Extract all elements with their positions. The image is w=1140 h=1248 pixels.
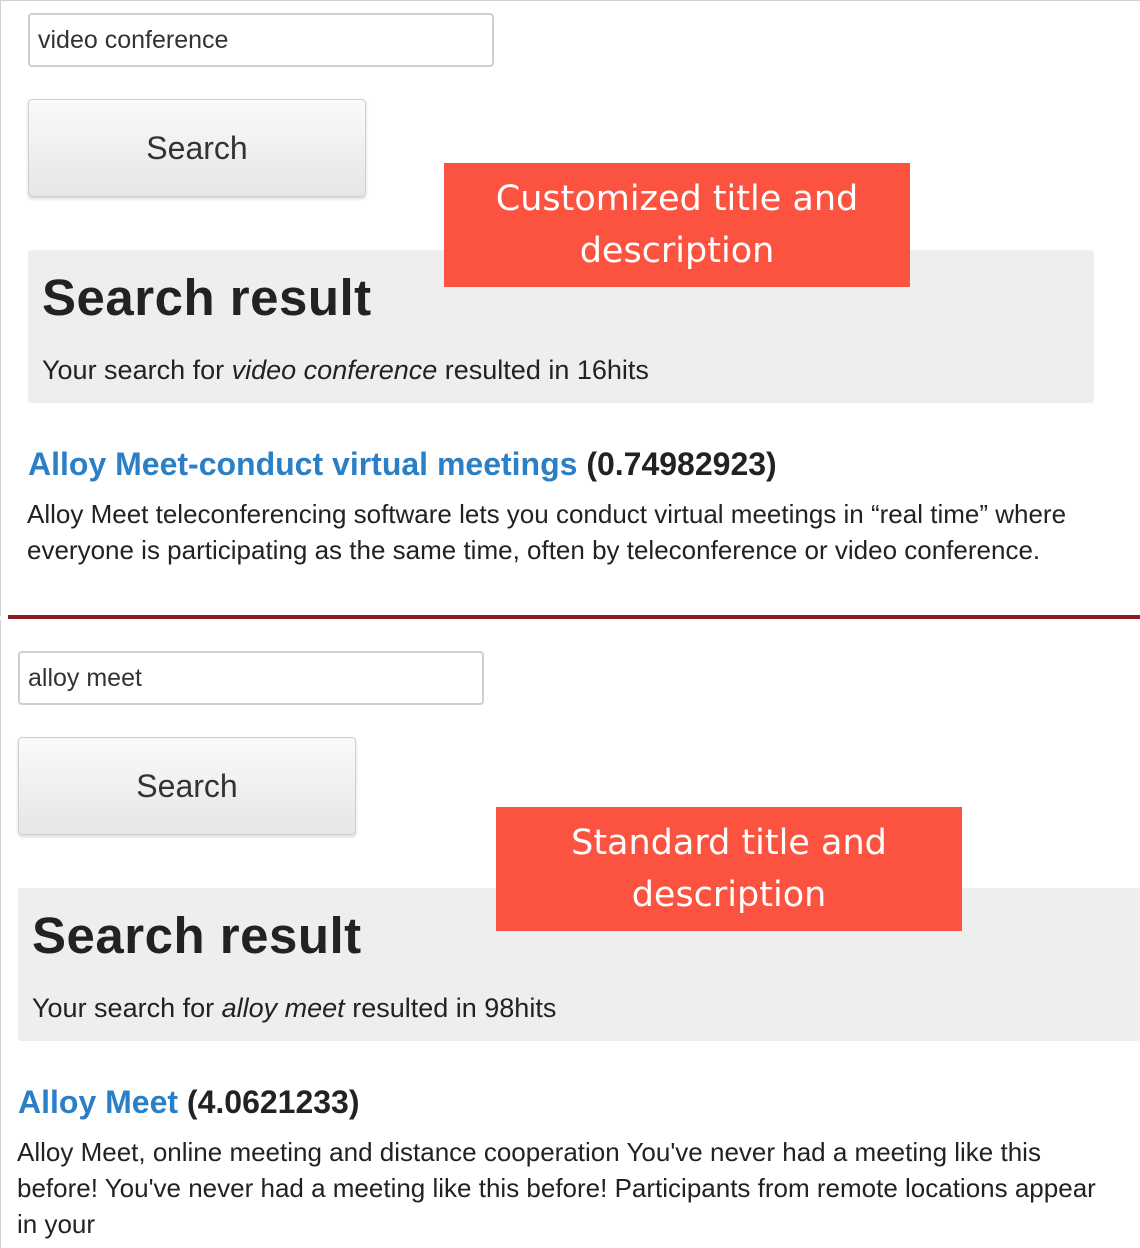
summary-suffix: resulted in 16hits — [444, 355, 649, 385]
callout-line: description — [579, 231, 775, 271]
callout-line: description — [631, 875, 827, 915]
callout-line: Standard title and — [571, 823, 887, 863]
hit-score: (0.74982923) — [586, 446, 777, 482]
hit-title-line: Alloy Meet-conduct virtual meetings (0.7… — [28, 446, 777, 483]
hit-title-link[interactable]: Alloy Meet — [18, 1084, 178, 1120]
search-input[interactable] — [18, 651, 484, 705]
callout-customized: Customized title and description — [444, 163, 910, 287]
search-button[interactable]: Search — [28, 99, 366, 197]
search-button[interactable]: Search — [18, 737, 356, 835]
summary-suffix: resulted in 98hits — [352, 993, 557, 1023]
callout-standard: Standard title and description — [496, 807, 962, 931]
summary-query: video conference — [231, 355, 438, 385]
search-result-heading: Search result — [42, 269, 372, 326]
panel-divider — [8, 615, 1140, 619]
summary-prefix: Your search for — [32, 993, 215, 1023]
hit-title-link[interactable]: Alloy Meet-conduct virtual meetings — [28, 446, 577, 482]
hit-title-line: Alloy Meet (4.0621233) — [18, 1084, 360, 1121]
hit-description: Alloy Meet teleconferencing software let… — [27, 499, 1067, 565]
search-input[interactable] — [28, 13, 494, 67]
summary-query: alloy meet — [221, 993, 345, 1023]
summary-prefix: Your search for — [42, 355, 225, 385]
search-result-heading: Search result — [32, 907, 362, 964]
search-summary: Your search for video conference resulte… — [42, 355, 649, 386]
hit-score: (4.0621233) — [186, 1084, 360, 1120]
search-summary: Your search for alloy meet resulted in 9… — [32, 993, 556, 1024]
hit-description: Alloy Meet, online meeting and distance … — [17, 1137, 1096, 1239]
callout-line: Customized title and — [495, 179, 859, 219]
